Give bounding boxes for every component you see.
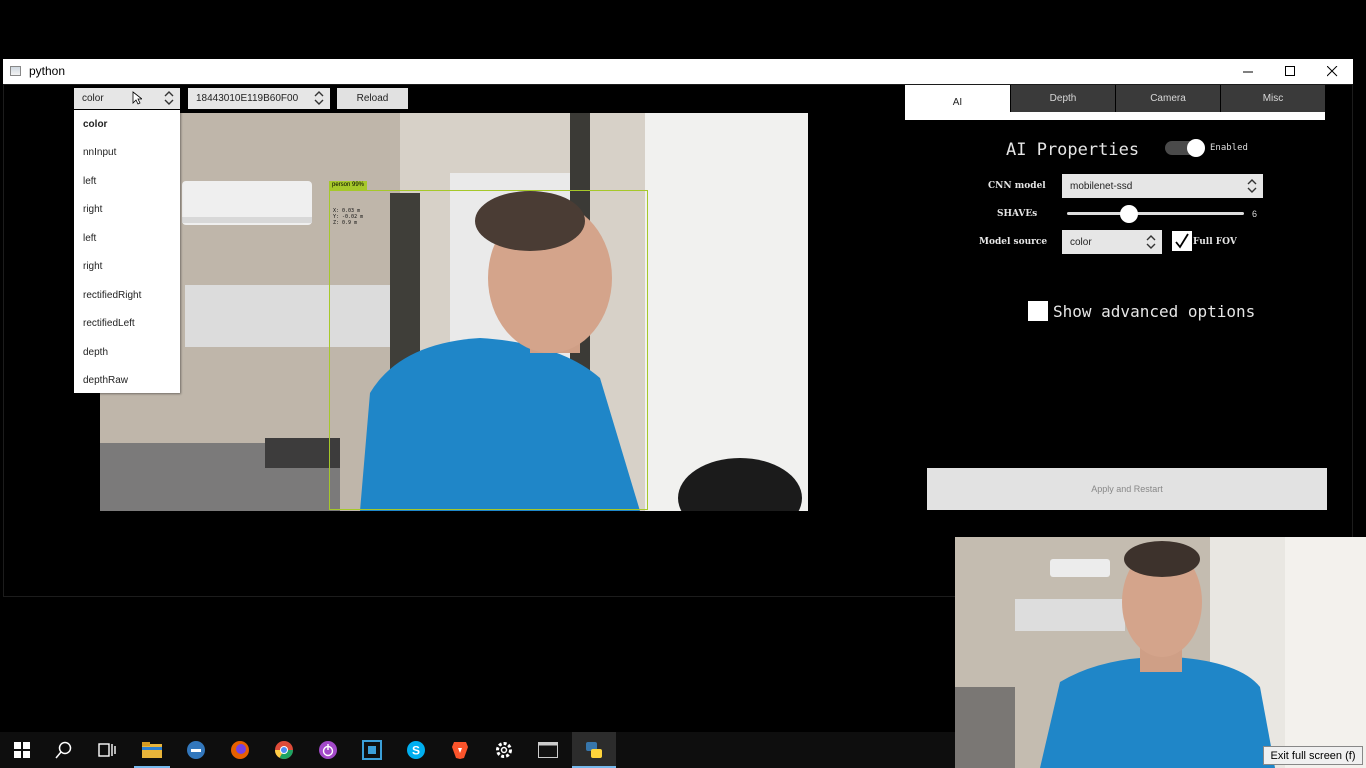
- dropdown-item-right[interactable]: right: [83, 204, 102, 215]
- shaves-value: 6: [1252, 209, 1258, 219]
- exit-fullscreen-tooltip: Exit full screen (f): [1263, 746, 1363, 765]
- cnn-model-label: CNN model: [988, 181, 1046, 191]
- dropdown-item-left[interactable]: left: [83, 176, 96, 187]
- settings-tabs: AI Depth Camera Misc: [905, 85, 1325, 120]
- preview-source-value: color: [82, 93, 104, 104]
- taskbar-brave[interactable]: [438, 732, 482, 768]
- taskbar-terminal[interactable]: [526, 732, 570, 768]
- gear-icon: [496, 742, 512, 758]
- chevron-updown-icon: [164, 91, 174, 105]
- maximize-button[interactable]: [1269, 59, 1311, 84]
- preview-source-select[interactable]: color: [74, 88, 180, 109]
- tab-camera[interactable]: Camera: [1116, 85, 1220, 112]
- window-titlebar: python: [3, 59, 1353, 85]
- apply-and-restart-button[interactable]: Apply and Restart: [927, 468, 1327, 510]
- advanced-options-label: Show advanced options: [1053, 302, 1256, 321]
- python-icon: [586, 742, 602, 758]
- minimize-button[interactable]: [1227, 59, 1269, 84]
- chevron-updown-icon: [1146, 235, 1156, 249]
- task-view-icon: [98, 743, 116, 757]
- dropdown-item-depth-raw[interactable]: depthRaw: [83, 375, 128, 386]
- window-title: python: [29, 64, 66, 78]
- device-select[interactable]: 18443010E119B60F00: [188, 88, 330, 109]
- taskbar-chrome[interactable]: [262, 732, 306, 768]
- power-circle-icon: [319, 741, 337, 759]
- taskbar-search-button[interactable]: [42, 732, 86, 768]
- dropdown-item-rectified-left[interactable]: rectifiedLeft: [83, 318, 135, 329]
- full-fov-checkbox[interactable]: [1172, 231, 1192, 251]
- dropdown-item-color[interactable]: color: [83, 119, 107, 130]
- advanced-options-checkbox[interactable]: [1028, 301, 1048, 321]
- taskbar-edge-legacy[interactable]: [174, 732, 218, 768]
- shaves-slider-track[interactable]: [1067, 212, 1244, 215]
- full-fov-label: Full FOV: [1193, 237, 1237, 247]
- close-icon: [1326, 66, 1337, 77]
- presenter-webcam-image: [955, 537, 1366, 768]
- preview-source-dropdown: color nnInput left right left right rect…: [74, 110, 180, 393]
- detection-label: person 99%: [329, 181, 368, 190]
- model-source-value: color: [1070, 237, 1092, 248]
- maximize-icon: [1284, 66, 1295, 76]
- tab-depth[interactable]: Depth: [1011, 85, 1115, 112]
- detection-coords: X: 0.03 m Y: -0.02 m Z: 0.9 m: [333, 208, 363, 226]
- ai-enabled-label: Enabled: [1210, 143, 1248, 153]
- dropdown-item-depth[interactable]: depth: [83, 347, 108, 358]
- dropdown-item-nninput[interactable]: nnInput: [83, 147, 116, 158]
- task-view-button[interactable]: [85, 732, 129, 768]
- cnn-model-select[interactable]: mobilenet-ssd: [1062, 174, 1263, 198]
- detection-bounding-box: [329, 190, 648, 510]
- cnn-model-value: mobilenet-ssd: [1070, 181, 1133, 192]
- shaves-label: SHAVEs: [997, 209, 1038, 219]
- ai-enabled-toggle[interactable]: [1165, 139, 1207, 157]
- tab-misc[interactable]: Misc: [1221, 85, 1325, 112]
- dropdown-item-left-2[interactable]: left: [83, 233, 96, 244]
- windows-taskbar: S: [0, 732, 955, 768]
- model-source-select[interactable]: color: [1062, 230, 1162, 254]
- toggle-knob: [1187, 139, 1205, 157]
- chrome-icon: [275, 741, 293, 760]
- close-button[interactable]: [1311, 59, 1353, 84]
- shaves-slider-handle[interactable]: [1120, 205, 1138, 223]
- device-id-value: 18443010E119B60F00: [196, 93, 299, 104]
- skype-icon: S: [407, 741, 425, 759]
- chevron-updown-icon: [314, 91, 324, 105]
- presenter-frame: [955, 537, 1366, 768]
- detection-coord-z: Z: 0.9 m: [333, 220, 358, 226]
- tab-ai[interactable]: AI: [905, 85, 1010, 120]
- mouse-cursor-icon: [132, 91, 142, 105]
- reload-button[interactable]: Reload: [337, 88, 408, 109]
- search-icon: [55, 741, 72, 759]
- dropdown-item-right-2[interactable]: right: [83, 261, 102, 272]
- taskbar-pycharm[interactable]: [350, 732, 394, 768]
- python-window-icon: [10, 66, 21, 76]
- edge-icon: [187, 741, 205, 759]
- taskbar-file-explorer[interactable]: [130, 732, 174, 768]
- taskbar-settings[interactable]: [482, 732, 526, 768]
- taskbar-firefox[interactable]: [218, 732, 262, 768]
- taskbar-skype[interactable]: S: [394, 732, 438, 768]
- folder-icon: [142, 742, 162, 758]
- firefox-icon: [231, 741, 249, 759]
- taskbar-python[interactable]: [572, 732, 616, 768]
- pycharm-icon: [362, 740, 382, 760]
- svg-text:S: S: [412, 744, 420, 758]
- taskbar-tor-app[interactable]: [306, 732, 350, 768]
- brave-lion-icon: [452, 742, 468, 759]
- chevron-updown-icon: [1247, 179, 1257, 193]
- windows-start-button[interactable]: [0, 732, 44, 768]
- dropdown-item-rectified-right[interactable]: rectifiedRight: [83, 290, 141, 301]
- model-source-label: Model source: [979, 237, 1048, 247]
- minimize-icon: [1242, 71, 1253, 73]
- windows-logo-icon: [14, 742, 30, 758]
- terminal-icon: [538, 742, 558, 758]
- ai-properties-title: AI Properties: [1006, 140, 1140, 160]
- checkmark-icon: [1175, 233, 1189, 249]
